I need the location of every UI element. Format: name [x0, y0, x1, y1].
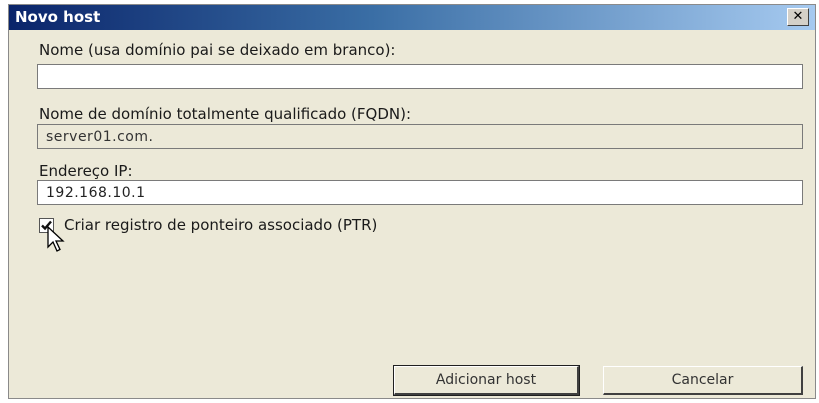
ptr-label: Criar registro de ponteiro associado (PT…	[64, 216, 378, 234]
fqdn-label: Nome de domínio totalmente qualificado (…	[39, 105, 412, 123]
close-button[interactable]: ✕	[787, 8, 809, 26]
dialog-title: Novo host	[15, 8, 101, 26]
ip-label: Endereço IP:	[39, 162, 133, 180]
mouse-cursor-icon	[47, 226, 65, 252]
new-host-dialog: Novo host ✕ Nome (usa domínio pai se dei…	[8, 4, 816, 399]
ip-address-input[interactable]	[37, 180, 803, 205]
cancel-button[interactable]: Cancelar	[603, 366, 803, 395]
add-host-button[interactable]: Adicionar host	[393, 365, 580, 396]
name-label: Nome (usa domínio pai se deixado em bran…	[39, 41, 396, 59]
close-icon: ✕	[792, 9, 804, 24]
title-bar[interactable]: Novo host ✕	[9, 5, 815, 30]
fqdn-field	[37, 124, 803, 149]
name-input[interactable]	[37, 64, 803, 89]
